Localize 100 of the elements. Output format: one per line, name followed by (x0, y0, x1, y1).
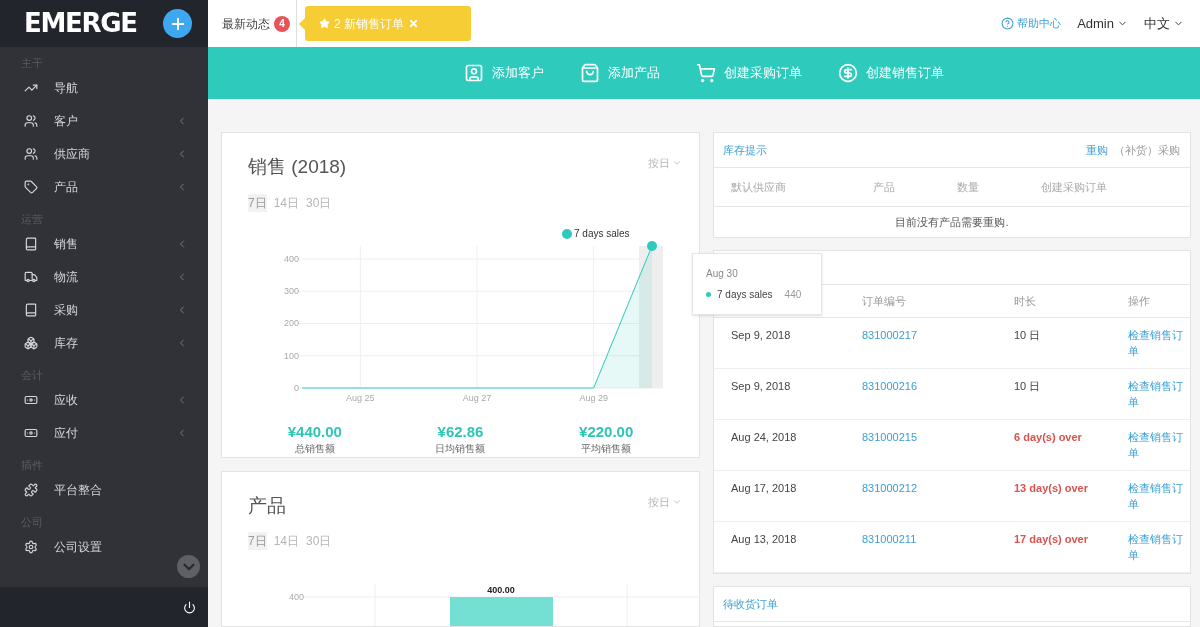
empty-message: 目前没有产品需要重购. (895, 214, 1009, 230)
sidebar-item[interactable]: 库存 (0, 326, 208, 359)
date-cell-text: Sep 9, 2018 (731, 379, 792, 394)
sidebar-item[interactable]: 物流 (0, 260, 208, 293)
range-tab[interactable]: 30日 (306, 532, 332, 550)
stat-value: ¥62.86 (437, 422, 484, 441)
date-cell-text: Aug 17, 2018 (731, 481, 798, 496)
period-dropdown[interactable]: 按日 (648, 491, 682, 510)
action-button[interactable]: 添加产品 (580, 63, 660, 83)
logo: EMERGE (24, 7, 137, 40)
stat-label: 日均销售额 (435, 441, 486, 456)
date-cell-text: Aug 24, 2018 (731, 430, 798, 445)
range-tab[interactable]: 30日 (306, 193, 332, 212)
range-tab[interactable]: 14日 (273, 193, 300, 212)
order-number-link[interactable]: 831000217 (862, 327, 1014, 343)
sidebar-item[interactable]: 公司设置 (0, 530, 208, 563)
column-header: 数量 (957, 179, 980, 195)
duration-cell-text: 10 日 (1014, 379, 1042, 394)
action-button[interactable]: 添加客户 (464, 63, 544, 83)
users-icon (24, 113, 38, 128)
book-icon (24, 236, 38, 251)
column-header: 订单编号 (862, 293, 907, 309)
puzzle-icon (24, 482, 38, 497)
language-menu[interactable]: 中文 (1144, 13, 1184, 34)
column-header: 创建采购订单 (1041, 179, 1108, 195)
action-button[interactable]: 创建销售订单 (838, 63, 944, 83)
view-order-link[interactable]: 检查销售订单 (1128, 429, 1190, 461)
help-link[interactable]: 帮助中心 (1017, 15, 1062, 32)
column-header: 默认供应商 (731, 179, 787, 195)
tooltip-value: 440 (784, 288, 802, 302)
sidebar-item[interactable]: 导航 (0, 71, 208, 104)
popup-pointer (299, 18, 305, 30)
y-tick-label: 400 (288, 592, 304, 602)
column-header: 操作 (1128, 293, 1151, 309)
boxes-icon (24, 335, 38, 350)
sidebar-item[interactable]: 客户 (0, 104, 208, 137)
sidebar-item[interactable]: 应收 (0, 383, 208, 416)
date-cell-text: Sep 9, 2018 (731, 328, 792, 343)
stat-value: ¥220.00 (579, 422, 634, 441)
y-tick-label: 200 (283, 317, 299, 328)
card-title: 库存提示 (723, 142, 767, 158)
dollar-icon (838, 63, 858, 83)
tooltip-date: Aug 30 (706, 267, 739, 281)
order-number-link[interactable]: 831000216 (862, 378, 1014, 394)
x-tick-label: Aug 29 (579, 392, 608, 403)
add-button[interactable] (163, 9, 192, 38)
sidebar-item[interactable]: 产品 (0, 170, 208, 203)
sidebar-item[interactable]: 采购 (0, 293, 208, 326)
x-tick-label: Aug 25 (346, 392, 375, 403)
period-dropdown[interactable]: 按日 (648, 153, 682, 172)
y-tick-label: 300 (283, 285, 299, 296)
column-header: 产品 (873, 179, 896, 195)
book-icon (24, 302, 38, 317)
help-icon (1001, 17, 1015, 30)
stat-label: 平均销售额 (581, 441, 632, 456)
view-order-link[interactable]: 检查销售订单 (1128, 378, 1190, 410)
users-icon (24, 146, 38, 161)
sidebar-item[interactable]: 平台整合 (0, 473, 208, 506)
shopping-bag-icon (580, 63, 600, 83)
sidebar-item[interactable]: 销售 (0, 227, 208, 260)
duration-cell-text: 13 day(s) over (1014, 481, 1089, 496)
range-tab[interactable]: 7日 (248, 532, 267, 550)
y-tick-label: 100 (283, 350, 299, 361)
column-header: 时长 (1014, 293, 1037, 309)
card-title: 产品 (248, 493, 286, 518)
y-tick-label: 400 (283, 253, 299, 264)
notification-text: 2 新销售订单 (334, 15, 404, 33)
view-order-link[interactable]: 检查销售订单 (1128, 531, 1190, 563)
legend-label: 7 days sales (574, 227, 630, 239)
card-title: 销售 (2018) (248, 155, 347, 179)
card-title: 待收货订单 (723, 596, 778, 612)
mode-tab[interactable]: （补货）采购 (1114, 141, 1180, 159)
order-number-link[interactable]: 831000212 (862, 480, 1014, 496)
sidebar-item[interactable]: 应付 (0, 416, 208, 449)
order-number-link[interactable]: 831000215 (862, 429, 1014, 445)
settings-icon (24, 539, 38, 554)
x-tick-label: Aug 27 (462, 392, 492, 403)
tooltip-series: 7 days sales (717, 288, 773, 302)
view-order-link[interactable]: 检查销售订单 (1128, 327, 1190, 359)
legend-dot (562, 228, 572, 239)
sidebar-item[interactable]: 供应商 (0, 137, 208, 170)
tag-icon (24, 179, 38, 194)
order-number-link[interactable]: 831000211 (862, 531, 1014, 547)
range-tab[interactable]: 14日 (273, 532, 300, 550)
power-icon[interactable] (183, 600, 196, 614)
bar-value-label: 400.00 (487, 585, 515, 595)
range-tab[interactable]: 7日 (248, 193, 267, 212)
duration-cell-text: 6 day(s) over (1014, 430, 1083, 445)
date-cell-text: Aug 13, 2018 (731, 532, 798, 547)
action-button[interactable]: 创建采购订单 (696, 63, 802, 83)
news-label[interactable]: 最新动态 (222, 14, 270, 33)
y-tick-label: 0 (294, 382, 299, 393)
stat-label: 总销售额 (294, 441, 335, 456)
star-icon (319, 18, 330, 29)
user-menu[interactable]: Admin (1077, 13, 1128, 34)
data-point (647, 240, 657, 251)
mode-tab[interactable]: 重购 (1086, 141, 1108, 159)
cart-icon (696, 63, 716, 83)
view-order-link[interactable]: 检查销售订单 (1128, 480, 1190, 512)
duration-cell-text: 10 日 (1014, 328, 1042, 343)
